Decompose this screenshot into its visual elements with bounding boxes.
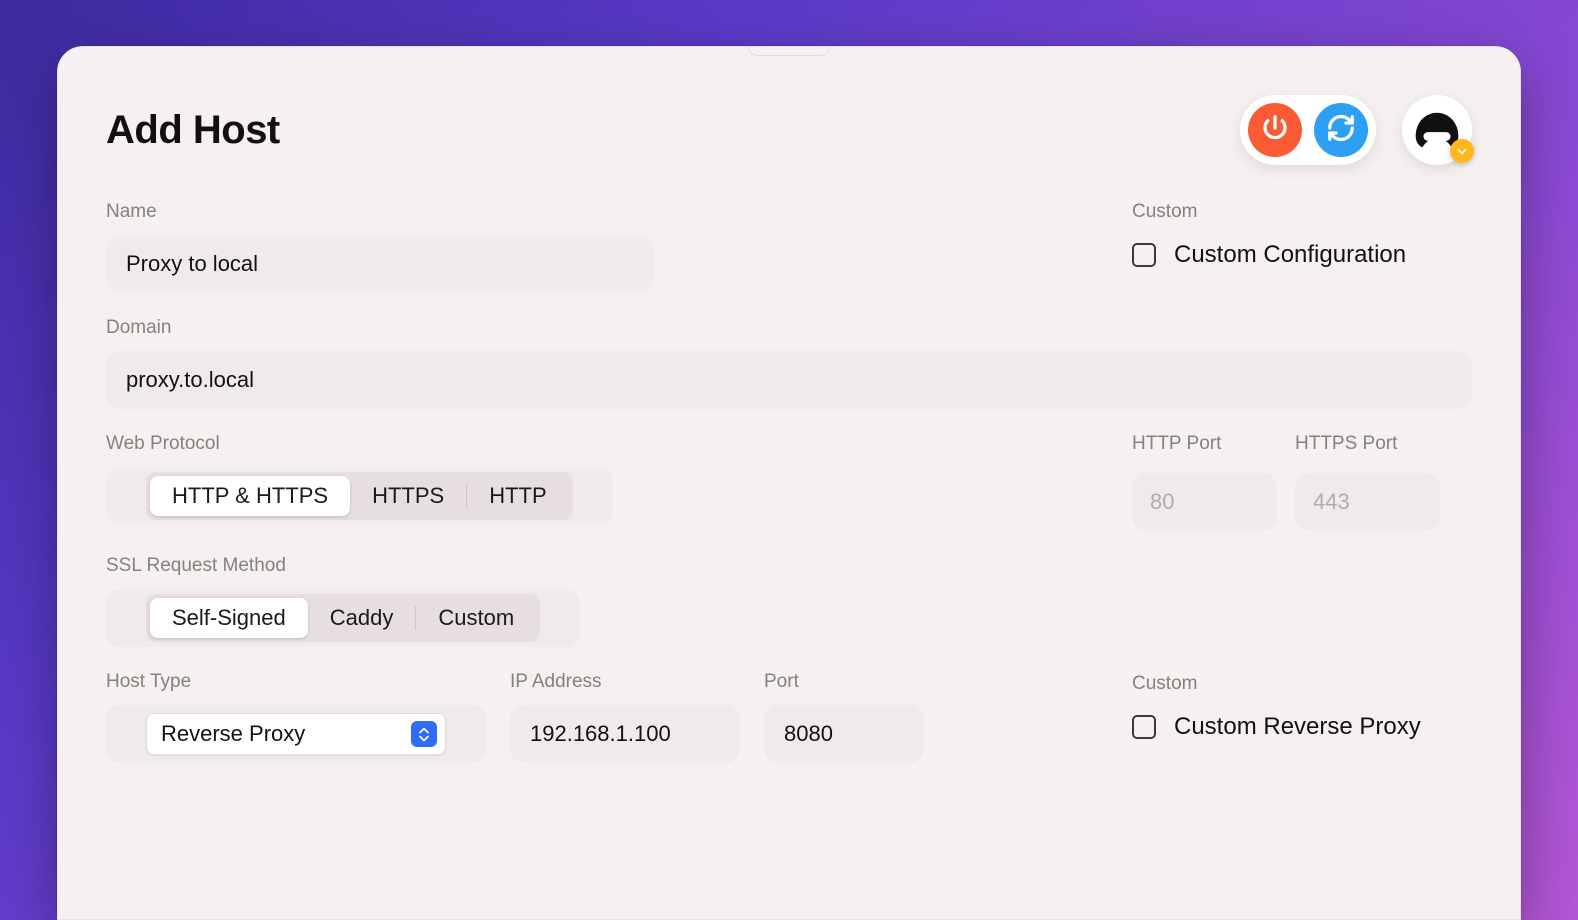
host-type-section: Host Type Reverse Proxy <box>106 671 1072 763</box>
custom-config-section: Custom Custom Configuration <box>1132 201 1472 293</box>
https-port-input[interactable] <box>1295 473 1440 531</box>
domain-label: Domain <box>106 317 1472 339</box>
custom-reverse-proxy-label: Custom Reverse Proxy <box>1174 713 1421 741</box>
web-protocol-section: Web Protocol HTTP & HTTPS HTTPS HTTP <box>106 433 1072 531</box>
protocol-http-https[interactable]: HTTP & HTTPS <box>150 476 350 516</box>
web-protocol-segmented: HTTP & HTTPS HTTPS HTTP <box>106 467 613 525</box>
header-actions <box>1240 95 1472 165</box>
ssl-custom[interactable]: Custom <box>416 598 536 638</box>
web-protocol-label: Web Protocol <box>106 433 1072 455</box>
custom-config-row: Custom Configuration <box>1132 241 1472 269</box>
verified-badge-icon <box>1450 139 1474 163</box>
domain-input[interactable] <box>106 351 1472 409</box>
avatar[interactable] <box>1402 95 1472 165</box>
protocol-https[interactable]: HTTPS <box>350 476 466 516</box>
name-section: Name <box>106 201 1072 293</box>
header: Add Host <box>106 95 1472 165</box>
ssl-method-label: SSL Request Method <box>106 555 1072 577</box>
custom-heading-1: Custom <box>1132 201 1472 223</box>
ip-address-input[interactable] <box>510 705 740 763</box>
custom-config-label: Custom Configuration <box>1174 241 1406 269</box>
refresh-icon <box>1326 113 1356 148</box>
custom-config-checkbox[interactable] <box>1132 243 1156 267</box>
form: Name Custom Custom Configuration Domain <box>106 201 1472 787</box>
host-type-label: Host Type <box>106 671 486 693</box>
custom-reverse-proxy-section: Custom Custom Reverse Proxy <box>1132 673 1472 763</box>
action-pill <box>1240 95 1376 165</box>
spacer <box>1132 555 1472 671</box>
https-port-label: HTTPS Port <box>1295 433 1440 455</box>
domain-section: Domain <box>106 317 1472 409</box>
port-input[interactable] <box>764 705 924 763</box>
content-area: Add Host <box>58 47 1520 919</box>
name-input[interactable] <box>106 235 654 293</box>
app-window: Add Host <box>57 46 1521 920</box>
select-arrows-icon <box>411 721 437 747</box>
custom-reverse-proxy-checkbox[interactable] <box>1132 715 1156 739</box>
ssl-method-section: SSL Request Method Self-Signed Caddy Cus… <box>106 555 1072 647</box>
protocol-http[interactable]: HTTP <box>467 476 568 516</box>
custom-heading-2: Custom <box>1132 673 1472 695</box>
http-port-label: HTTP Port <box>1132 433 1277 455</box>
port-label: Port <box>764 671 924 693</box>
ssl-method-segmented: Self-Signed Caddy Custom <box>106 589 580 647</box>
power-button[interactable] <box>1248 103 1302 157</box>
page-title: Add Host <box>106 108 280 153</box>
host-type-value: Reverse Proxy <box>161 721 399 747</box>
ssl-self-signed[interactable]: Self-Signed <box>150 598 308 638</box>
power-icon <box>1260 113 1290 148</box>
refresh-button[interactable] <box>1314 103 1368 157</box>
http-port-input[interactable] <box>1132 473 1277 531</box>
ip-address-label: IP Address <box>510 671 740 693</box>
host-type-select[interactable]: Reverse Proxy <box>146 713 446 755</box>
custom-reverse-proxy-row: Custom Reverse Proxy <box>1132 713 1472 741</box>
ssl-caddy[interactable]: Caddy <box>308 598 416 638</box>
name-label: Name <box>106 201 1072 223</box>
ports-section: HTTP Port HTTPS Port <box>1132 433 1472 531</box>
